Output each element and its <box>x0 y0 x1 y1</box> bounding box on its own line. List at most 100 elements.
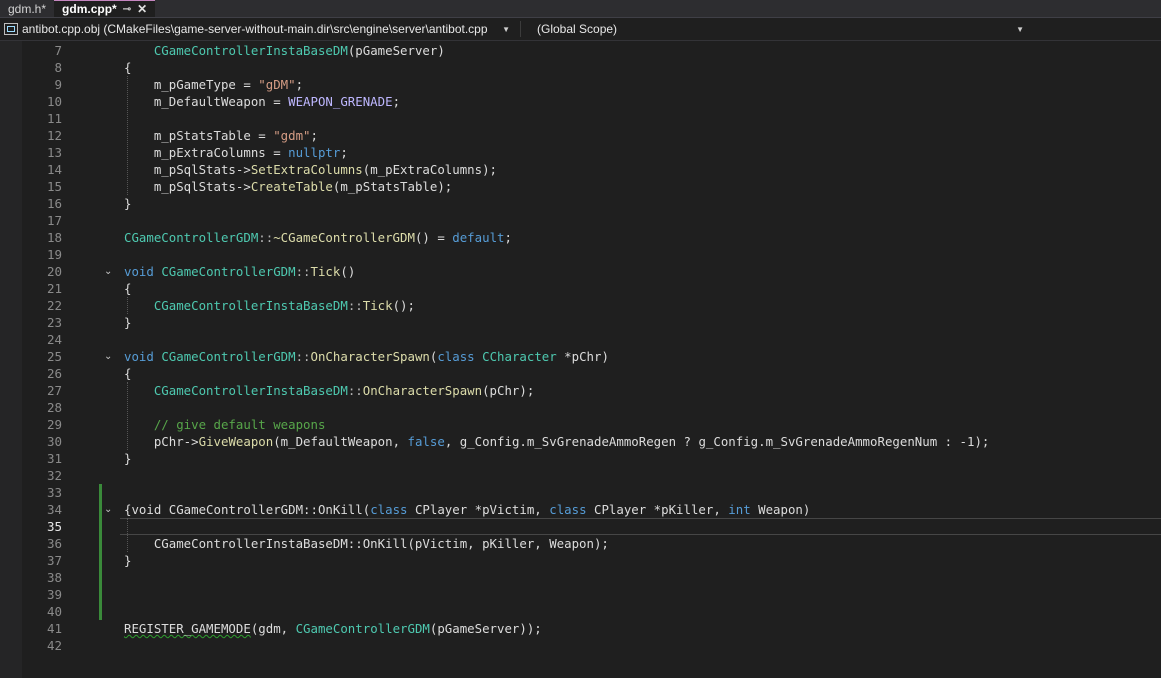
code-token: { <box>124 60 132 75</box>
code-token: "gdm" <box>273 128 311 143</box>
code-line: 16} <box>0 195 1161 212</box>
line-number: 23 <box>46 315 62 330</box>
tab-label: gdm.h* <box>8 1 47 16</box>
code-editor[interactable]: 7 CGameControllerInstaBaseDM (pGameServer… <box>0 41 1161 678</box>
code-line: 37} <box>0 552 1161 569</box>
close-icon[interactable]: ✕ <box>137 2 147 16</box>
code-line: 33 <box>0 484 1161 501</box>
chevron-down-icon: ▼ <box>1016 24 1024 34</box>
code-token: SetExtraColumns <box>250 162 363 177</box>
line-number: 7 <box>54 43 62 58</box>
code-token: false <box>407 434 445 449</box>
code-token: m_pSqlStats-> <box>124 179 251 194</box>
code-token: :: <box>258 230 274 245</box>
code-text: m_pGameType = "gDM"; <box>124 76 303 93</box>
code-token: CPlayer *pVictim, <box>414 502 550 517</box>
code-token: } <box>124 315 132 330</box>
navigation-bar: antibot.cpp.obj (CMakeFiles\game-server-… <box>0 18 1161 41</box>
code-token: ~CGameControllerGDM <box>273 230 415 245</box>
code-line: 35 <box>0 518 1161 535</box>
code-token: ; <box>392 94 401 109</box>
code-token: } <box>124 196 132 211</box>
code-text: m_DefaultWeapon = WEAPON_GRENADE; <box>124 93 400 110</box>
code-token: WEAPON_GRENADE <box>288 94 393 109</box>
tab-gdm-cpp[interactable]: gdm.cpp* ⊸ ✕ <box>54 0 156 17</box>
code-line: 13 m_pExtraColumns = nullptr; <box>0 144 1161 161</box>
indent-guide <box>127 518 128 552</box>
fold-toggle-icon[interactable]: ⌄ <box>104 266 112 277</box>
code-line: 36 CGameControllerInstaBaseDM::OnKill(pV… <box>0 535 1161 552</box>
indent-guide <box>127 297 128 314</box>
code-text: } <box>124 552 131 569</box>
code-line: 28 <box>0 399 1161 416</box>
code-line: 9 m_pGameType = "gDM"; <box>0 76 1161 93</box>
tab-label: gdm.cpp* <box>62 2 117 16</box>
indent-guide <box>127 76 128 195</box>
line-number: 33 <box>46 485 62 500</box>
code-token: CGameControllerGDM <box>161 349 296 364</box>
code-token: (pGameServer) <box>347 43 445 58</box>
pin-icon[interactable]: ⊸ <box>123 4 131 15</box>
code-text: // give default weapons <box>124 416 326 433</box>
code-text: void CGameControllerGDM::OnCharacterSpaw… <box>124 348 609 365</box>
code-token: (m_pStatsTable); <box>332 179 453 194</box>
code-token: CreateTable <box>250 179 333 194</box>
code-line: 18 CGameControllerGDM::~CGameControllerGD… <box>0 229 1161 246</box>
line-number: 37 <box>46 553 62 568</box>
code-line: 32 <box>0 467 1161 484</box>
code-token: int <box>728 502 759 517</box>
line-number: 19 <box>46 247 62 262</box>
code-line: 38 <box>0 569 1161 586</box>
code-token: {void CGameControllerGDM::OnKill( <box>124 502 371 517</box>
code-line: 15 m_pSqlStats->CreateTable(m_pStatsTabl… <box>0 178 1161 195</box>
code-line: 14 m_pSqlStats->SetExtraColumns(m_pExtra… <box>0 161 1161 178</box>
code-line: 11 <box>0 110 1161 127</box>
code-token: "gDM" <box>258 77 296 92</box>
line-number: 10 <box>46 94 62 109</box>
tab-gdm-h[interactable]: gdm.h* <box>0 0 54 17</box>
code-text: } <box>124 450 131 467</box>
code-token: void <box>124 349 162 364</box>
code-token: class <box>549 502 594 517</box>
code-token: class <box>370 502 415 517</box>
code-token: ; <box>310 128 318 143</box>
code-text: m_pExtraColumns = nullptr; <box>124 144 348 161</box>
line-number: 38 <box>46 570 62 585</box>
line-number: 35 <box>46 519 62 534</box>
fold-toggle-icon[interactable]: ⌄ <box>104 351 112 362</box>
code-token: { <box>124 366 132 381</box>
line-number: 15 <box>46 179 62 194</box>
code-line: 10 m_DefaultWeapon = WEAPON_GRENADE; <box>0 93 1161 110</box>
line-number: 31 <box>46 451 62 466</box>
project-dropdown[interactable]: antibot.cpp.obj (CMakeFiles\game-server-… <box>4 21 514 37</box>
scope-dropdown[interactable]: (Global Scope) ▼ <box>520 21 1028 37</box>
code-line: 39 <box>0 586 1161 603</box>
code-token: Tick <box>362 298 393 313</box>
line-number: 9 <box>54 77 62 92</box>
code-token: CGameControllerInstaBaseDM <box>153 383 348 398</box>
code-token: ; <box>295 77 304 92</box>
code-text: } <box>124 314 131 331</box>
line-number: 42 <box>46 638 62 653</box>
code-line: 29 // give default weapons <box>0 416 1161 433</box>
line-number: 22 <box>46 298 62 313</box>
project-file-icon <box>4 23 18 35</box>
code-token: default <box>452 230 505 245</box>
code-token: m_pSqlStats-> <box>124 162 251 177</box>
line-number: 20 <box>46 264 62 279</box>
code-line: 26 { <box>0 365 1161 382</box>
code-token: m_pGameType = <box>124 77 259 92</box>
code-text: CGameControllerInstaBaseDM::OnCharacterS… <box>124 382 534 399</box>
line-number: 32 <box>46 468 62 483</box>
line-number: 11 <box>46 111 62 126</box>
code-line: 40 <box>0 603 1161 620</box>
code-line: 31} <box>0 450 1161 467</box>
change-tracking-bar <box>99 484 102 620</box>
code-text: { <box>124 365 131 382</box>
code-token: CCharacter <box>482 349 557 364</box>
fold-toggle-icon[interactable]: ⌄ <box>104 504 112 515</box>
code-text: m_pSqlStats->SetExtraColumns(m_pExtraCol… <box>124 161 497 178</box>
code-line: 42 <box>0 637 1161 654</box>
